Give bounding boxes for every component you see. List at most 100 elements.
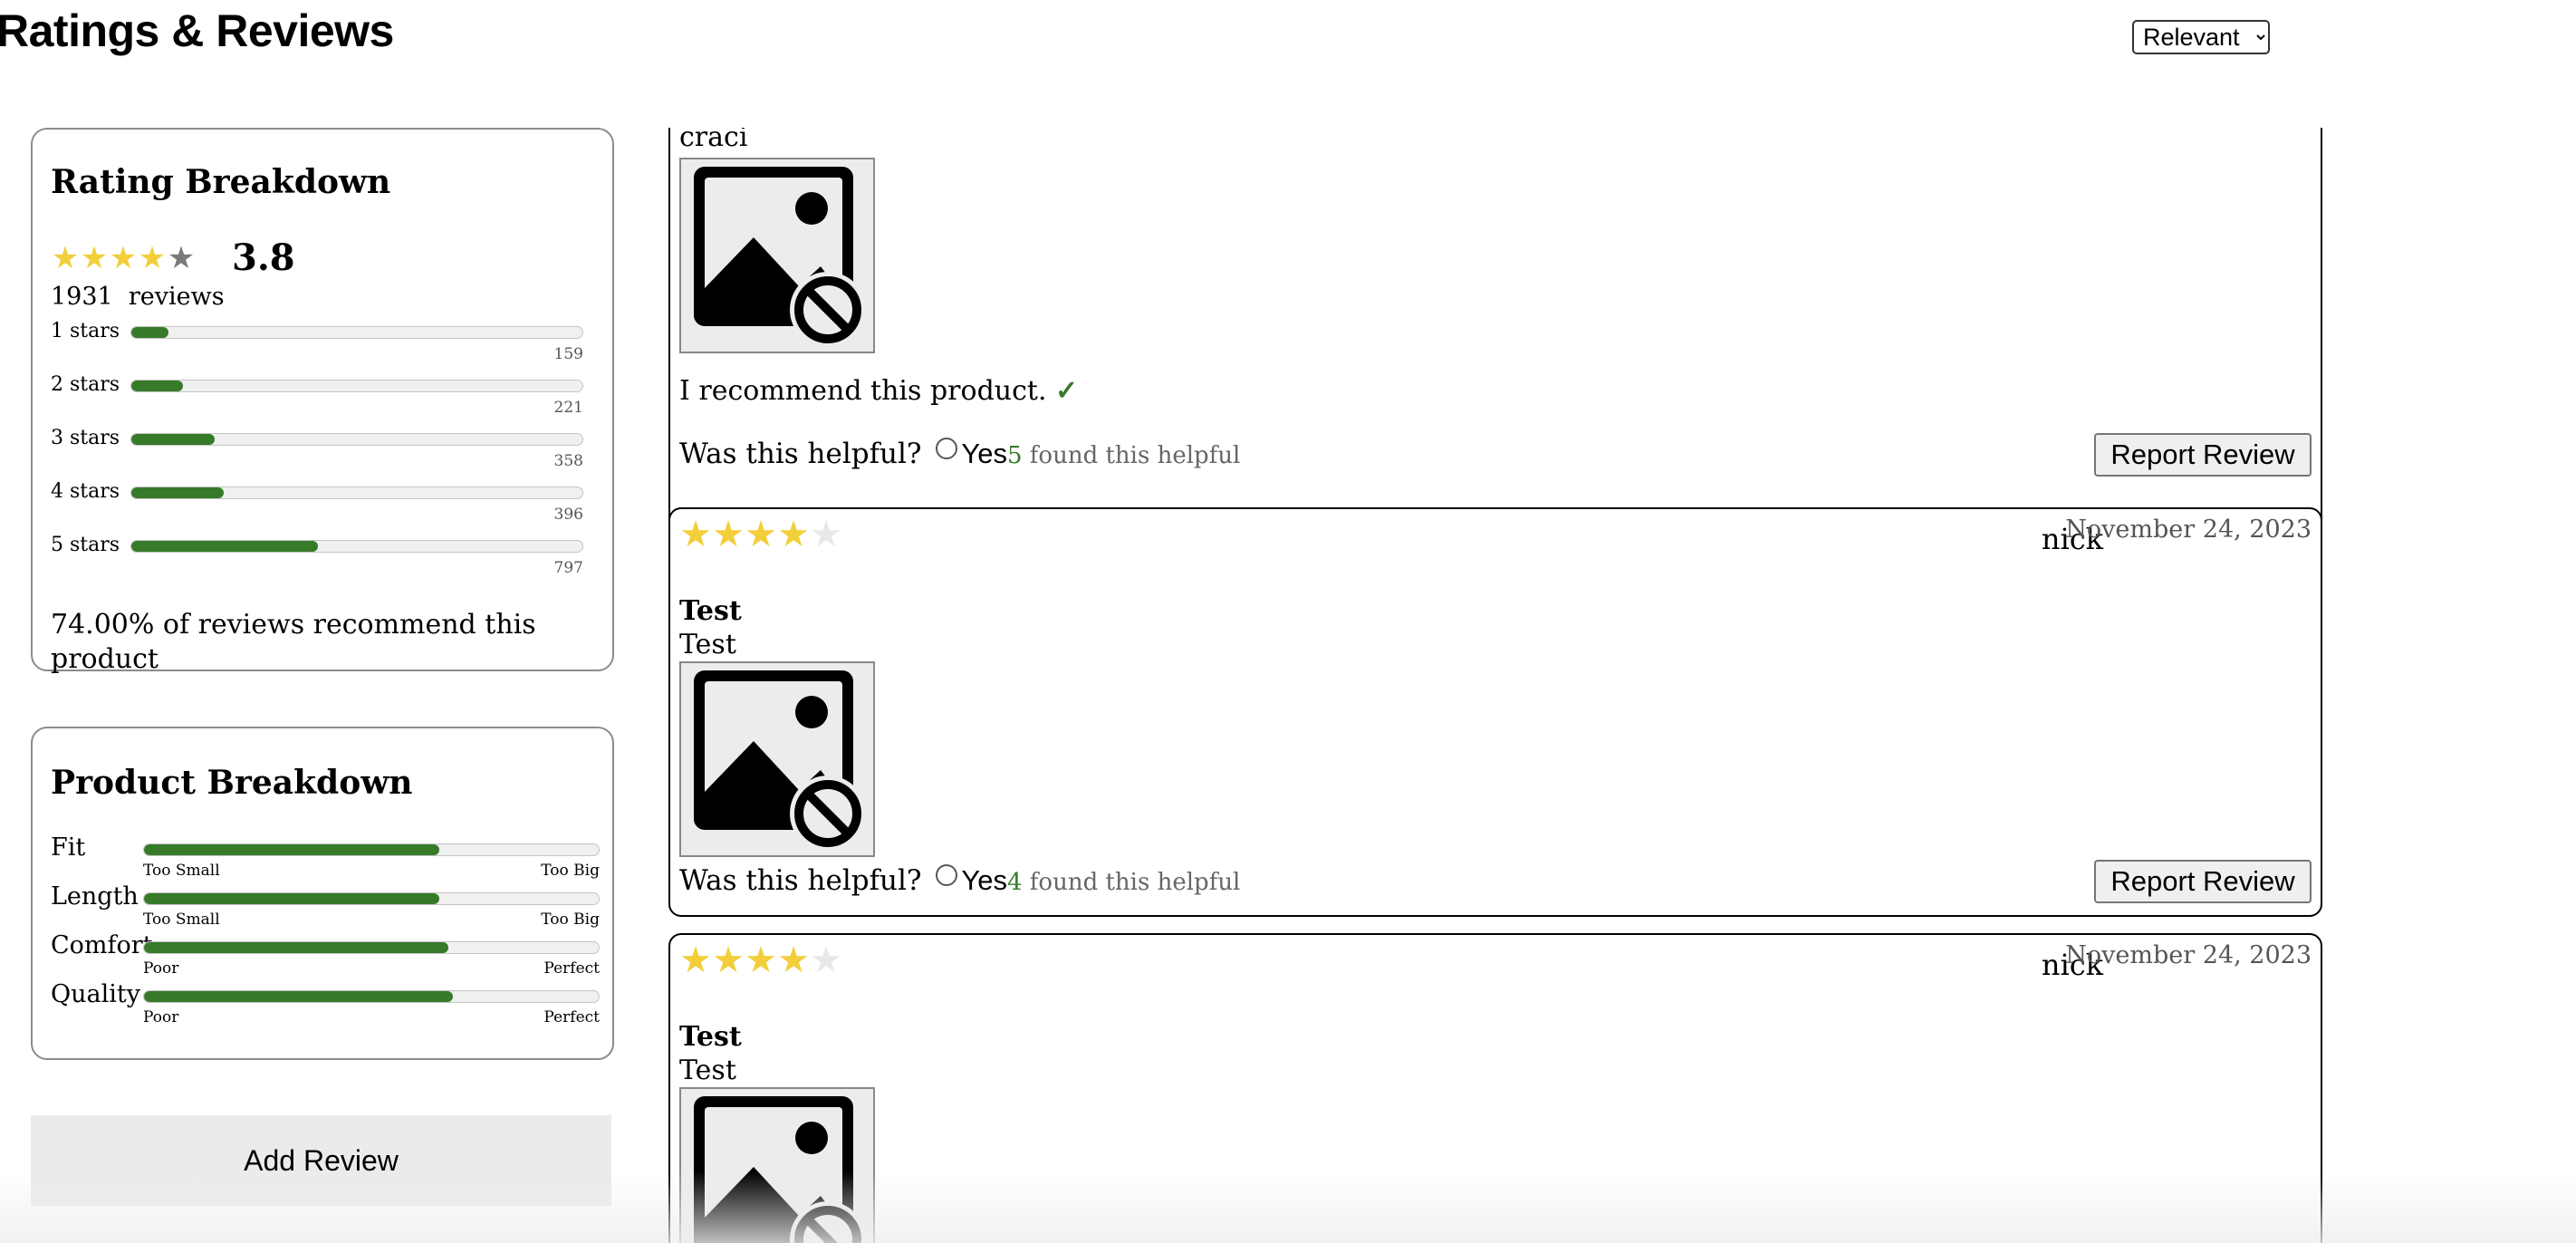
star-filled-icon: ★ — [777, 514, 810, 555]
review-count-number: 1931 — [51, 283, 113, 311]
star-filled-icon: ★ — [679, 939, 712, 981]
star-filled-icon: ★ — [679, 514, 712, 555]
review-summary: Test — [679, 1021, 742, 1053]
rating-bar-count: 797 — [553, 559, 583, 577]
average-rating-value: 3.8 — [232, 236, 295, 279]
star-partial-icon: ★ — [138, 240, 167, 276]
factor-label: Comfort — [51, 931, 153, 959]
rating-bar-label: 3 stars — [51, 427, 120, 449]
helpful-yes-label[interactable]: Yes — [961, 438, 1007, 469]
star-filled-icon: ★ — [51, 240, 80, 276]
review-photo-thumbnail[interactable] — [679, 158, 875, 353]
product-breakdown-panel: Product Breakdown Fit Too Small Too Big … — [31, 727, 614, 1060]
page-title: Ratings & Reviews — [0, 5, 394, 56]
recommend-statement: I recommend this product. ✓ — [679, 374, 1078, 409]
rating-bar-track — [130, 326, 583, 339]
reviewer-name: craci — [679, 128, 748, 153]
factor-bar-track — [143, 990, 600, 1003]
factor-label: Length — [51, 882, 139, 911]
review-star-rating: ★ ★ ★ ★ ★ — [679, 515, 842, 554]
factor-comfort: Comfort Poor Perfect — [51, 931, 600, 980]
bottom-scroll-shadow — [0, 1171, 2576, 1243]
helpful-count: 5 — [1007, 442, 1023, 469]
rating-filter-1-star[interactable]: 1 stars 159 — [51, 318, 605, 371]
factor-bar-fill — [144, 942, 449, 953]
rating-bar-track — [130, 380, 583, 392]
rating-bar-track — [130, 433, 583, 446]
star-filled-icon: ★ — [745, 939, 777, 981]
factor-fit: Fit Too Small Too Big — [51, 833, 600, 882]
helpful-section: Was this helpful? Yes4 found this helpfu… — [679, 862, 1240, 901]
star-empty-icon: ★ — [167, 240, 196, 276]
sort-dropdown[interactable]: Relevant — [2132, 20, 2270, 54]
helpful-yes-label[interactable]: Yes — [961, 864, 1007, 896]
rating-bar-label: 2 stars — [51, 373, 120, 396]
review-star-rating: ★ ★ ★ ★ ★ — [679, 940, 842, 980]
star-filled-icon: ★ — [109, 240, 138, 276]
rating-bar-count: 159 — [553, 345, 583, 363]
rating-bar-label: 4 stars — [51, 480, 120, 503]
broken-image-icon — [681, 159, 873, 352]
rating-bar-fill — [131, 541, 318, 552]
factor-high-label: Perfect — [543, 1008, 600, 1026]
review-date: November 24, 2023 — [2065, 941, 2312, 969]
rating-bar-fill — [131, 381, 183, 391]
factor-high-label: Too Big — [541, 911, 600, 929]
review-summary: Test — [679, 595, 742, 627]
factor-bar-track — [143, 892, 600, 905]
broken-image-icon — [681, 663, 873, 855]
review-count: 1931 reviews — [51, 282, 225, 313]
factor-low-label: Too Small — [143, 911, 220, 929]
helpful-question: Was this helpful? — [679, 864, 922, 897]
rating-filter-5-star[interactable]: 5 stars 797 — [51, 532, 605, 584]
factor-bar-fill — [144, 844, 440, 855]
rating-filter-4-star[interactable]: 4 stars 396 — [51, 478, 605, 531]
factor-bar-track — [143, 843, 600, 856]
review-count-label: reviews — [128, 283, 225, 311]
rating-bar-fill — [131, 487, 225, 498]
factor-low-label: Poor — [143, 1008, 179, 1026]
rating-bar-label: 1 stars — [51, 320, 120, 342]
rating-bar-count: 221 — [553, 399, 583, 417]
helpful-count: 4 — [1007, 869, 1023, 896]
rating-bar-label: 5 stars — [51, 534, 120, 556]
rating-bar-fill — [131, 327, 168, 338]
star-filled-icon: ★ — [745, 514, 777, 555]
product-breakdown-title: Product Breakdown — [51, 764, 413, 802]
helpful-suffix: found this helpful — [1022, 442, 1241, 469]
report-review-button[interactable]: Report Review — [2094, 433, 2312, 477]
factor-low-label: Poor — [143, 959, 179, 978]
rating-bar-track — [130, 540, 583, 553]
reviews-list[interactable]: craci I recommend this product. ✓ Was th… — [668, 128, 2322, 1243]
helpful-yes-radio[interactable] — [936, 438, 958, 459]
rating-bar-count: 396 — [553, 506, 583, 524]
factor-low-label: Too Small — [143, 862, 220, 880]
helpful-question: Was this helpful? — [679, 438, 922, 470]
review-photo-thumbnail[interactable] — [679, 661, 875, 857]
rating-filter-3-star[interactable]: 3 stars 358 — [51, 425, 605, 477]
factor-length: Length Too Small Too Big — [51, 882, 600, 931]
factor-high-label: Too Big — [541, 862, 600, 880]
star-filled-icon: ★ — [777, 939, 810, 981]
recommend-percentage: 74.00% of reviews recommend this product — [51, 609, 536, 675]
star-empty-icon: ★ — [810, 939, 842, 981]
factor-bar-fill — [144, 893, 440, 904]
star-filled-icon: ★ — [712, 514, 745, 555]
helpful-suffix: found this helpful — [1022, 869, 1241, 896]
report-review-button[interactable]: Report Review — [2094, 860, 2312, 903]
star-filled-icon: ★ — [712, 939, 745, 981]
rating-filter-2-star[interactable]: 2 stars 221 — [51, 371, 605, 424]
helpful-yes-radio[interactable] — [936, 864, 958, 886]
rating-bar-track — [130, 487, 583, 499]
factor-bar-track — [143, 941, 600, 954]
star-filled-icon: ★ — [80, 240, 109, 276]
review-card: ★ ★ ★ ★ ★ nick November 24, 2023 Test Te… — [668, 507, 2322, 917]
rating-bar-count: 358 — [553, 452, 583, 470]
star-empty-icon: ★ — [810, 514, 842, 555]
factor-quality: Quality Poor Perfect — [51, 980, 600, 1029]
rating-breakdown-title: Rating Breakdown — [51, 163, 391, 201]
factor-label: Quality — [51, 980, 140, 1008]
recommend-text: I recommend this product. — [679, 375, 1047, 407]
factor-bar-fill — [144, 991, 454, 1002]
rating-bar-fill — [131, 434, 216, 445]
